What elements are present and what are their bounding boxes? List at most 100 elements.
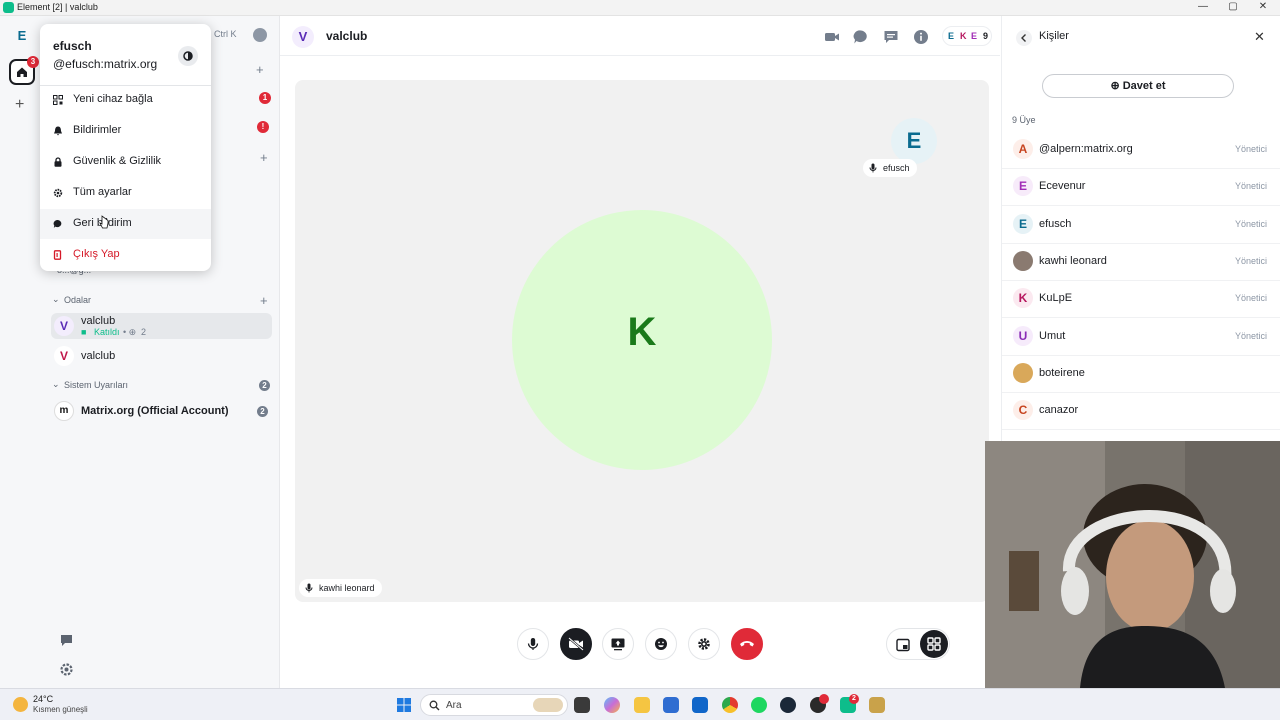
gear-icon (698, 638, 710, 650)
gear-icon (53, 188, 63, 198)
add-user-icon: ⊕ (1110, 80, 1123, 92)
add-icon[interactable]: + (256, 62, 264, 77)
menu-item-security[interactable]: Güvenlik & Gizlilik (40, 147, 211, 177)
lock-icon (54, 157, 62, 167)
layout-toggle[interactable] (886, 628, 950, 660)
unread-badge: 1 (259, 92, 271, 104)
room-name: Matrix.org (Official Account) (81, 405, 229, 417)
league-icon[interactable] (869, 697, 885, 713)
menu-item-all-settings[interactable]: Tüm ayarlar (40, 178, 211, 208)
steam-icon[interactable] (780, 697, 796, 713)
threads-icon[interactable] (59, 633, 75, 649)
invite-button[interactable]: ⊕ Davet et (1042, 74, 1234, 98)
menu-item-label: Çıkış Yap (73, 248, 120, 260)
self-tile-name-pill: efusch (863, 159, 917, 177)
member-row[interactable]: boteirene (1002, 356, 1280, 393)
store-icon[interactable] (663, 697, 679, 713)
add-room-icon[interactable]: + (260, 293, 268, 308)
room-header-avatar[interactable]: V (292, 26, 314, 48)
microphone-icon (305, 583, 313, 593)
task-view-icon[interactable] (574, 697, 590, 713)
member-row[interactable]: kawhi leonard Yönetici (1002, 244, 1280, 281)
member-count: 9 Üye (1012, 115, 1036, 125)
call-settings-button[interactable] (688, 628, 720, 660)
maximize-icon[interactable]: ▢ (1223, 1, 1243, 12)
weather-icon[interactable] (13, 697, 28, 712)
space-avatar[interactable]: E (12, 26, 32, 46)
member-row[interactable]: U Umut Yönetici (1002, 319, 1280, 356)
outlook-icon[interactable] (692, 697, 708, 713)
copilot-icon[interactable] (604, 697, 620, 713)
back-button[interactable] (1016, 30, 1032, 46)
spotlight-layout-icon[interactable] (896, 638, 910, 652)
file-explorer-icon[interactable] (634, 697, 650, 713)
close-window-icon[interactable]: ✕ (1253, 1, 1273, 12)
element-taskbar-badge: 2 (849, 694, 859, 704)
member-row[interactable]: A @alpern:matrix.org Yönetici (1002, 132, 1280, 169)
member-name: @alpern:matrix.org (1039, 143, 1133, 155)
member-name: Ecevenur (1039, 180, 1086, 193)
member-name: KuLpE (1039, 292, 1073, 305)
room-row[interactable]: V valclub ■ Katıldı • ⊕ 2 (51, 313, 272, 339)
menu-item-feedback[interactable]: Geri bildirim (40, 209, 211, 239)
room-name: valclub (81, 350, 116, 362)
search-highlight-image (533, 698, 563, 712)
chevron-down-icon[interactable]: ⌄ (52, 294, 60, 305)
weather-description[interactable]: Kısmen güneşli (33, 705, 88, 714)
explore-rooms-icon[interactable] (253, 28, 267, 42)
search-icon (429, 700, 440, 711)
chat-icon[interactable] (853, 29, 869, 45)
section-rooms-header[interactable]: Odalar (64, 295, 91, 305)
minimize-icon[interactable]: — (1193, 1, 1213, 12)
window-title: Element [2] | valclub (17, 2, 98, 12)
facepile-avatar: E (948, 31, 955, 41)
member-row[interactable]: Eefusch Yönetici (1002, 207, 1280, 244)
reactions-button[interactable] (645, 628, 677, 660)
menu-item-notifications[interactable]: Bildirimler (40, 116, 211, 146)
share-screen-button[interactable] (602, 628, 634, 660)
home-icon (17, 67, 27, 77)
video-call-icon[interactable] (824, 29, 840, 45)
windows-start-icon[interactable] (396, 697, 412, 713)
video-off-icon (568, 637, 584, 651)
member-name: efusch (1039, 217, 1072, 230)
add-icon[interactable]: + (260, 150, 268, 165)
contrast-icon (183, 51, 193, 61)
member-role: Yönetici (1235, 293, 1268, 304)
member-avatar: E (1013, 213, 1033, 234)
element-app-icon (3, 2, 14, 13)
member-row[interactable]: Ccanazor (1002, 393, 1280, 431)
taskbar-search[interactable]: Ara (420, 694, 568, 716)
camera-off-button[interactable] (560, 628, 592, 660)
grid-layout-button[interactable] (920, 630, 948, 658)
section-system-header[interactable]: Sistem Uyarıları (64, 380, 128, 390)
room-header-title[interactable]: valclub (326, 29, 367, 43)
call-status: Katıldı (94, 327, 120, 337)
close-icon[interactable]: ✕ (1254, 29, 1265, 45)
end-call-button[interactable] (731, 628, 763, 660)
menu-item-link-device[interactable]: Yeni cihaz bağla (40, 85, 211, 115)
room-row[interactable]: m Matrix.org (Official Account) 2 (51, 400, 272, 422)
mute-microphone-button[interactable] (517, 628, 549, 660)
home-unread-badge: 3 (27, 56, 39, 68)
facepile-avatar: E (971, 31, 978, 41)
space-bar: E 3 + (0, 16, 44, 688)
webcam-overlay (985, 441, 1280, 688)
quick-settings-icon[interactable] (59, 662, 75, 678)
create-space-icon[interactable]: + (15, 96, 24, 114)
weather-temperature[interactable]: 24°C (33, 694, 53, 704)
menu-item-sign-out[interactable]: Çıkış Yap (40, 240, 211, 270)
info-icon[interactable] (913, 29, 929, 45)
member-row[interactable]: E Ecevenur Yönetici (1002, 169, 1280, 207)
room-row[interactable]: V valclub (51, 345, 272, 367)
member-avatar: U (1013, 325, 1033, 346)
chevron-down-icon[interactable]: ⌄ (52, 379, 60, 390)
member-row[interactable]: K KuLpE Yönetici (1002, 281, 1280, 319)
spotify-icon[interactable] (751, 697, 767, 713)
member-role: Yönetici (1235, 330, 1268, 341)
menu-item-label: Tüm ayarlar (73, 186, 132, 198)
chrome-icon[interactable] (722, 697, 738, 713)
member-facepile[interactable]: E K E 9 (942, 26, 992, 46)
threads-icon[interactable] (883, 29, 899, 45)
theme-toggle-button[interactable] (178, 46, 198, 66)
